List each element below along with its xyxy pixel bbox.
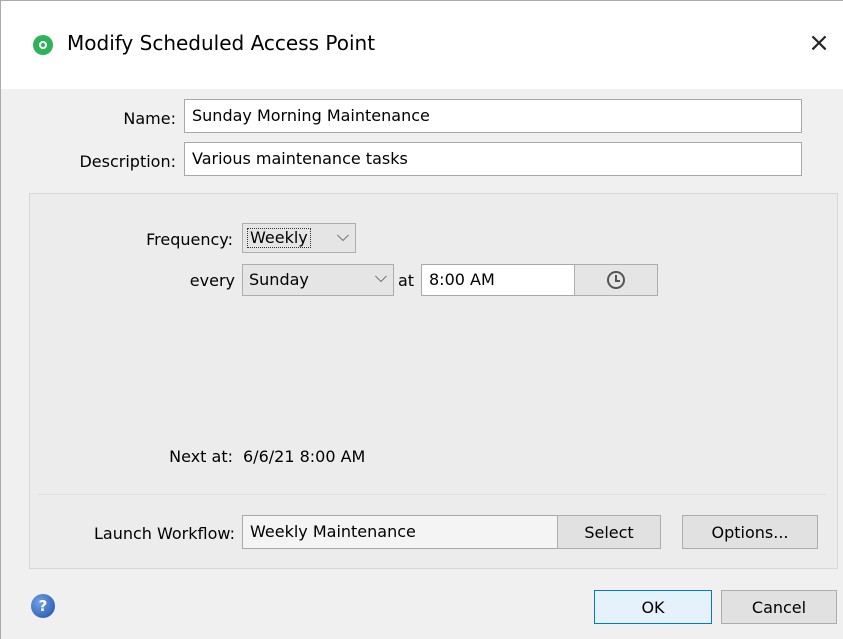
window-title: Modify Scheduled Access Point	[67, 31, 376, 55]
chevron-down-icon: ⌵	[374, 267, 387, 286]
chevron-down-icon: ⌵	[336, 226, 349, 245]
day-select[interactable]: Sunday ⌵	[242, 264, 394, 296]
frequency-value: Weekly	[247, 228, 311, 248]
description-label: Description:	[79, 152, 176, 171]
workflow-field: Weekly Maintenance	[242, 515, 558, 549]
at-label: at	[398, 271, 415, 290]
schedule-panel	[29, 193, 838, 569]
frequency-label: Frequency:	[146, 230, 233, 249]
name-label: Name:	[123, 109, 176, 128]
modify-scheduled-access-point-dialog: Modify Scheduled Access Point × Name: Su…	[0, 0, 843, 639]
next-at-label: Next at:	[169, 447, 233, 466]
cancel-button[interactable]: Cancel	[721, 590, 837, 624]
every-label: every	[189, 271, 235, 290]
time-picker-button[interactable]	[574, 264, 658, 296]
description-field[interactable]: Various maintenance tasks	[184, 142, 802, 176]
close-icon: ×	[808, 28, 830, 58]
title-bar: Modify Scheduled Access Point ×	[1, 1, 843, 89]
frequency-select[interactable]: Weekly ⌵	[242, 223, 356, 253]
workflow-options-button[interactable]: Options...	[682, 515, 818, 549]
scheduled-access-point-icon	[33, 35, 53, 55]
next-at-value: 6/6/21 8:00 AM	[243, 447, 366, 466]
clock-icon	[607, 271, 625, 289]
time-input[interactable]: 8:00 AM	[421, 264, 575, 296]
ok-button[interactable]: OK	[594, 590, 712, 624]
day-value: Sunday	[249, 270, 309, 289]
help-icon[interactable]: ?	[31, 594, 55, 618]
name-field[interactable]: Sunday Morning Maintenance	[184, 99, 802, 133]
select-workflow-button[interactable]: Select	[557, 515, 661, 549]
close-button[interactable]: ×	[804, 25, 834, 61]
launch-workflow-label: Launch Workflow:	[93, 524, 235, 543]
panel-divider	[37, 494, 827, 495]
